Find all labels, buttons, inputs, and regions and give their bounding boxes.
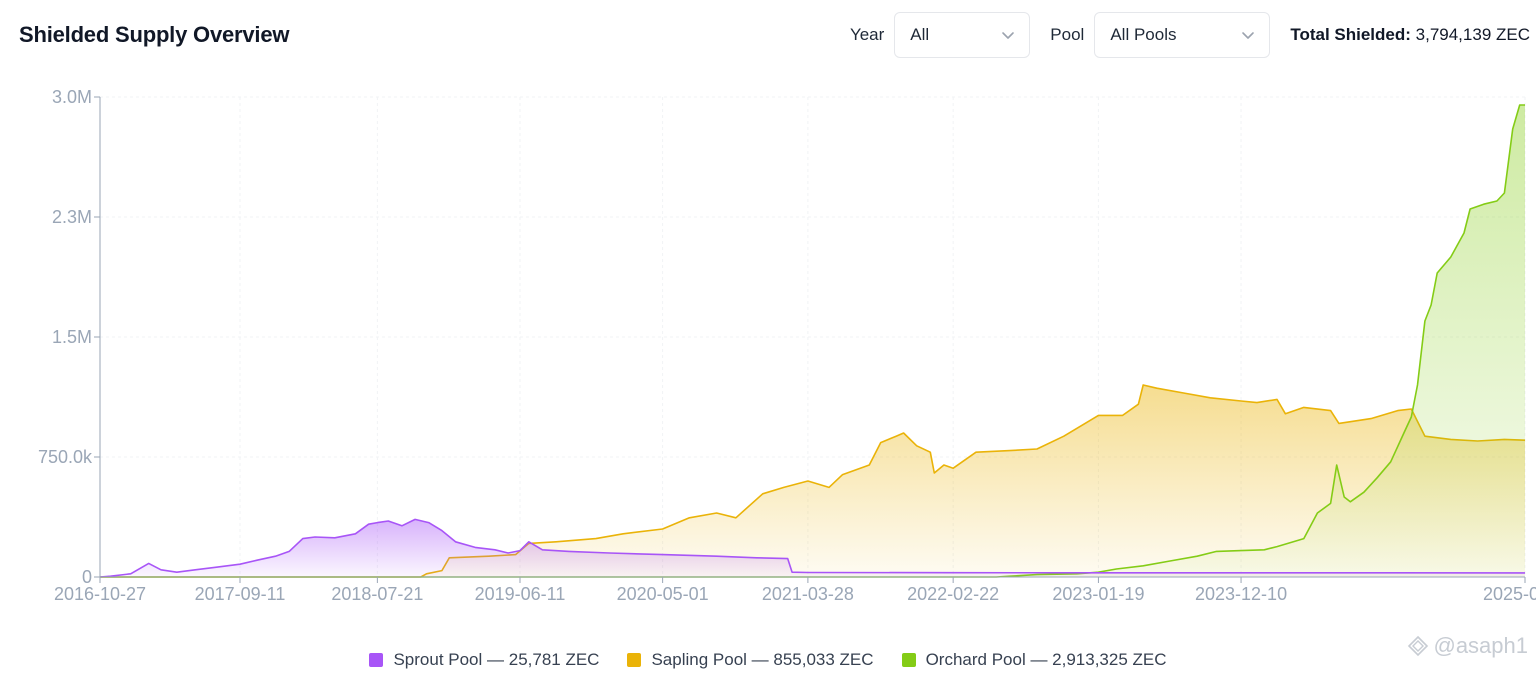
- watermark-text: @asaph1: [1433, 633, 1528, 658]
- x-tick-label: 2025-09-17: [1483, 584, 1536, 604]
- chart-legend: Sprout Pool — 25,781 ZEC Sapling Pool — …: [0, 650, 1536, 670]
- x-tick-label: 2022-02-22: [907, 584, 999, 604]
- x-tick-label: 2021-03-28: [762, 584, 854, 604]
- legend-item-sapling[interactable]: Sapling Pool — 855,033 ZEC: [627, 650, 874, 670]
- legend-item-sprout[interactable]: Sprout Pool — 25,781 ZEC: [369, 650, 599, 670]
- y-tick-label: 3.0M: [52, 87, 92, 107]
- legend-label-sprout: Sprout Pool — 25,781 ZEC: [393, 650, 600, 669]
- legend-swatch-sprout: [369, 653, 384, 667]
- x-tick-label: 2020-05-01: [617, 584, 709, 604]
- x-tick-label: 2023-01-19: [1052, 584, 1144, 604]
- x-tick-label: 2019-06-11: [475, 584, 566, 604]
- chart-areas: [99, 104, 1526, 578]
- x-tick-label: 2016-10-27: [54, 584, 146, 604]
- y-tick-label: 1.5M: [52, 327, 92, 347]
- watermark: @asaph1: [1407, 633, 1528, 659]
- legend-label-orchard: Orchard Pool — 2,913,325 ZEC: [925, 650, 1167, 669]
- logo-icon: [1408, 635, 1429, 657]
- x-tick-label: 2023-12-10: [1195, 584, 1287, 604]
- legend-swatch-sapling: [627, 653, 642, 667]
- legend-label-sapling: Sapling Pool — 855,033 ZEC: [651, 650, 874, 669]
- x-tick-label: 2017-09-11: [195, 584, 286, 604]
- y-tick-label: 750.0k: [38, 447, 93, 467]
- legend-item-orchard[interactable]: Orchard Pool — 2,913,325 ZEC: [901, 650, 1167, 670]
- supply-chart: 0750.0k1.5M2.3M3.0M2016-10-27 2017-09-11 2…: [38, 87, 1536, 604]
- y-tick-label: 2.3M: [52, 207, 92, 227]
- legend-swatch-orchard: [901, 653, 916, 667]
- x-tick-label: 2018-07-21: [331, 584, 423, 604]
